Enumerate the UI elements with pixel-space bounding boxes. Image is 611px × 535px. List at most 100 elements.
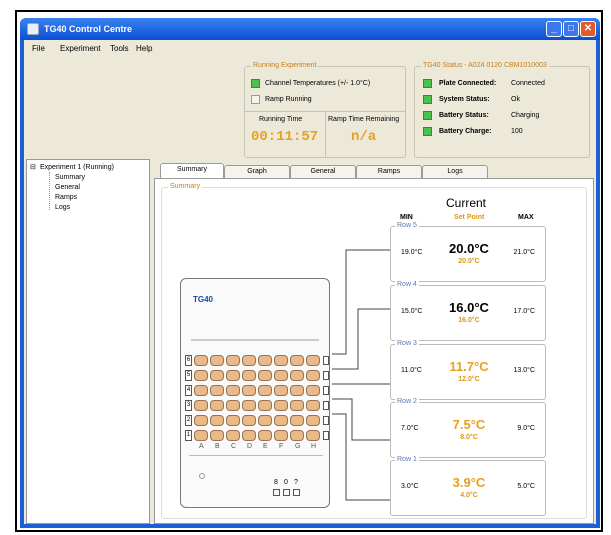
plate-well[interactable] [258, 400, 272, 411]
port-label-2: 0 [284, 479, 288, 486]
experiment-tree: ⊟ Experiment 1 (Running) Summary General… [26, 159, 150, 524]
plate-well[interactable] [226, 355, 240, 366]
plate-well[interactable] [194, 415, 208, 426]
plate-well[interactable] [274, 370, 288, 381]
column-h: H [311, 443, 317, 450]
menu-bar: File Experiment Tools Help [24, 40, 596, 56]
plate-well[interactable] [210, 385, 224, 396]
plate-well[interactable] [306, 370, 320, 381]
column-e: E [263, 443, 268, 450]
menu-file[interactable]: File [32, 44, 45, 53]
plate-well[interactable] [306, 385, 320, 396]
column-c: C [231, 443, 237, 450]
plate-well[interactable] [242, 430, 256, 441]
tab-logs[interactable]: Logs [422, 165, 488, 178]
close-button[interactable]: ✕ [580, 21, 596, 37]
plate-well[interactable] [210, 370, 224, 381]
battery-status-label: Battery Status: [439, 112, 489, 119]
plate-well[interactable] [290, 370, 304, 381]
plate-well[interactable] [306, 355, 320, 366]
port-2-icon [283, 489, 290, 496]
plate-well[interactable] [226, 400, 240, 411]
row-number-tag: 1 [185, 430, 192, 441]
tree-root-experiment[interactable]: Experiment 1 (Running) [40, 164, 114, 171]
tab-summary[interactable]: Summary [160, 163, 224, 178]
maximize-button[interactable]: □ [563, 21, 579, 37]
row-number-tag: 5 [185, 370, 192, 381]
plate-well[interactable] [290, 400, 304, 411]
plate-well[interactable] [194, 400, 208, 411]
menu-experiment[interactable]: Experiment [60, 44, 100, 53]
row-port-tag [323, 401, 329, 410]
plate-well[interactable] [290, 385, 304, 396]
plate-well[interactable] [274, 430, 288, 441]
port-label-3: ? [294, 479, 298, 486]
battery-status-value: Charging [511, 112, 540, 119]
plate-well[interactable] [226, 430, 240, 441]
channel-temp-label: Channel Temperatures (+/- 1.0°C) [265, 80, 371, 87]
tree-collapse-icon[interactable]: ⊟ [30, 163, 36, 171]
divider [325, 111, 326, 157]
plate-well[interactable] [290, 430, 304, 441]
plate-well[interactable] [258, 370, 272, 381]
row-port-tag [323, 356, 329, 365]
plate-well[interactable] [194, 355, 208, 366]
tab-ramps[interactable]: Ramps [356, 165, 422, 178]
plate-well[interactable] [242, 385, 256, 396]
minimize-button[interactable]: _ [546, 21, 562, 37]
tab-graph[interactable]: Graph [224, 165, 290, 178]
row-port-tag [323, 416, 329, 425]
column-f: F [279, 443, 284, 450]
row-number-tag: 4 [185, 385, 192, 396]
plate-well[interactable] [290, 415, 304, 426]
tab-general[interactable]: General [290, 165, 356, 178]
battery-charge-label: Battery Charge: [439, 128, 492, 135]
app-icon [27, 23, 39, 35]
row-number-tag: 6 [185, 355, 192, 366]
plate-well[interactable] [210, 400, 224, 411]
plate-well[interactable] [210, 415, 224, 426]
plate-well[interactable] [194, 385, 208, 396]
plate-well[interactable] [194, 430, 208, 441]
plate-well[interactable] [274, 355, 288, 366]
plate-well[interactable] [258, 430, 272, 441]
system-led-icon [423, 95, 432, 104]
plate-well[interactable] [274, 415, 288, 426]
plate-well[interactable] [226, 415, 240, 426]
plate-well[interactable] [290, 355, 304, 366]
plate-well[interactable] [242, 415, 256, 426]
plate-well[interactable] [242, 370, 256, 381]
tree-item-summary[interactable]: Summary [55, 174, 85, 181]
plate-well[interactable] [210, 430, 224, 441]
plate-well[interactable] [194, 370, 208, 381]
title-bar[interactable]: TG40 Control Centre _ □ ✕ [20, 18, 600, 40]
row-port-tag [323, 386, 329, 395]
plate-well[interactable] [274, 385, 288, 396]
tree-item-logs[interactable]: Logs [55, 204, 70, 211]
summary-panel: Summary MIN Current Set Point MAX Row 5 … [154, 178, 594, 524]
plate-well[interactable] [306, 430, 320, 441]
plate-well[interactable] [258, 355, 272, 366]
plate-well[interactable] [258, 415, 272, 426]
menu-help[interactable]: Help [136, 44, 152, 53]
plate-well[interactable] [306, 415, 320, 426]
tg40-device: TG40 A B C D E F G H 8 0 ? 6 5 4 3 2 1 [180, 278, 330, 508]
plate-well[interactable] [306, 400, 320, 411]
plate-well[interactable] [242, 355, 256, 366]
summary-group: Summary MIN Current Set Point MAX Row 5 … [161, 183, 587, 519]
device-label: TG40 [193, 295, 214, 304]
menu-tools[interactable]: Tools [110, 44, 129, 53]
port-label-1: 8 [274, 479, 278, 486]
plate-well[interactable] [226, 370, 240, 381]
status-legend: TG40 Status - A024 0120 CBM1010003 [421, 62, 549, 69]
device-divider [189, 455, 323, 456]
tree-item-ramps[interactable]: Ramps [55, 194, 77, 201]
row-port-tag [323, 431, 329, 440]
power-indicator-icon [199, 473, 205, 479]
plate-well[interactable] [258, 385, 272, 396]
plate-well[interactable] [226, 385, 240, 396]
plate-well[interactable] [210, 355, 224, 366]
plate-well[interactable] [242, 400, 256, 411]
plate-well[interactable] [274, 400, 288, 411]
tree-item-general[interactable]: General [55, 184, 80, 191]
